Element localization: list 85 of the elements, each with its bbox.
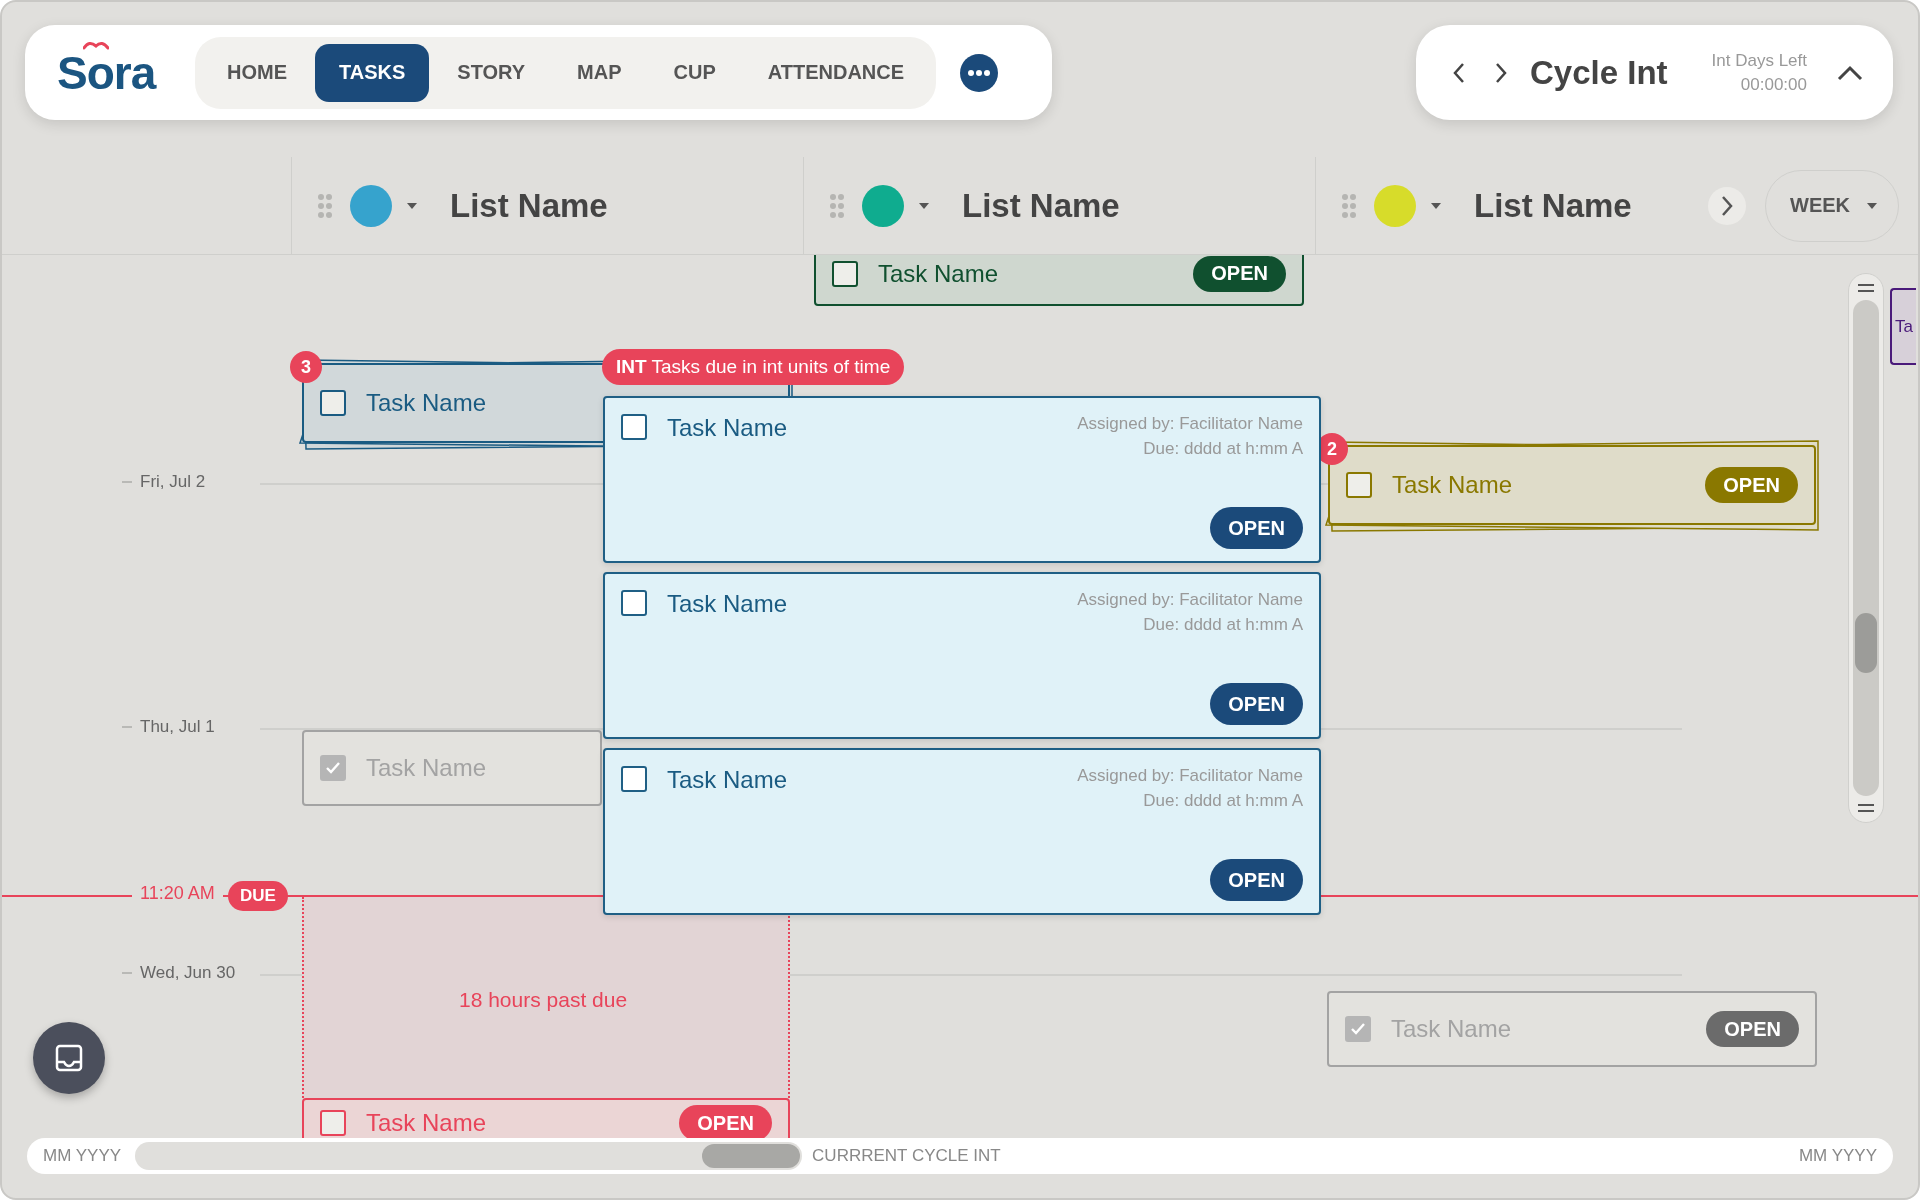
logo[interactable]: Sora	[57, 46, 156, 99]
task-name: Task Name	[366, 389, 487, 417]
nav-tab[interactable]: TASKS	[315, 43, 430, 102]
assigned-by: Assigned by: Facilitator Name	[1077, 590, 1303, 610]
list-name: List Name	[1474, 186, 1632, 225]
caret-icon	[1866, 201, 1878, 210]
tooltip: INT Tasks due in int units of time	[602, 349, 905, 385]
checkbox[interactable]	[320, 755, 346, 781]
due-date: Due: dddd at h:mm A	[1143, 791, 1303, 811]
overdue-label: 18 hours past due	[459, 988, 628, 1012]
open-button[interactable]: OPEN	[1193, 255, 1286, 292]
chevron-right-icon[interactable]	[1494, 61, 1508, 84]
task-card[interactable]: Task Name Assigned by: Facilitator Name Due: dddd at h:mm A OPEN	[603, 396, 1321, 563]
task-card[interactable]: Task Name Assigned by: Facilitator Name Due: dddd at h:mm A OPEN	[603, 572, 1321, 739]
drag-handle-icon[interactable]	[1342, 193, 1356, 218]
day-label: Fri, Jul 2	[122, 472, 206, 492]
color-dot[interactable]	[350, 184, 392, 227]
more-icon[interactable]	[960, 53, 999, 92]
inbox-icon	[54, 1043, 84, 1073]
drag-handle-icon[interactable]	[830, 193, 844, 218]
task-name: Task Name	[366, 754, 487, 782]
due-date: Due: dddd at h:mm A	[1143, 439, 1303, 459]
nav-tab[interactable]: ATTENDANCE	[743, 43, 929, 102]
color-dot[interactable]	[862, 184, 904, 227]
caret-icon[interactable]	[406, 201, 418, 210]
day-label: Wed, Jun 30	[122, 963, 236, 983]
task-name: Task Name	[1391, 1015, 1512, 1043]
nav-tab[interactable]: HOME	[203, 43, 311, 102]
due-date: Due: dddd at h:mm A	[1143, 615, 1303, 635]
day-label: Thu, Jul 1	[122, 717, 215, 737]
drag-handle-icon[interactable]	[318, 193, 332, 218]
grip-icon	[1857, 804, 1875, 812]
task-card[interactable]: Ta	[1890, 288, 1916, 365]
range-start: MM YYYY	[43, 1146, 122, 1166]
checkbox[interactable]	[320, 1110, 346, 1136]
chevron-left-icon[interactable]	[1452, 61, 1466, 84]
open-button[interactable]: OPEN	[1706, 1011, 1799, 1047]
color-dot[interactable]	[1374, 184, 1416, 227]
assigned-by: Assigned by: Facilitator Name	[1077, 766, 1303, 786]
range-end: MM YYYY	[1798, 1146, 1877, 1166]
scrollbar[interactable]	[1848, 273, 1884, 823]
open-button[interactable]: OPEN	[1210, 507, 1303, 549]
task-card[interactable]: Task Name OPEN	[1327, 991, 1817, 1067]
days-left-label: Int Days Left	[1711, 50, 1807, 71]
nav-tab[interactable]: MAP	[553, 43, 646, 102]
countdown: 00:00:00	[1740, 74, 1807, 95]
caret-icon[interactable]	[1430, 201, 1442, 210]
checkbox[interactable]	[621, 590, 647, 616]
cycle-title: Cycle Int	[1530, 53, 1668, 92]
inbox-button[interactable]	[33, 1022, 105, 1094]
grip-icon	[1857, 284, 1875, 292]
list-name: List Name	[450, 186, 608, 225]
checkbox[interactable]	[1346, 472, 1372, 498]
task-name: Task Name	[667, 414, 788, 442]
open-button[interactable]: OPEN	[1210, 859, 1303, 901]
task-name: Task Name	[1392, 471, 1513, 499]
open-button[interactable]: OPEN	[1705, 467, 1798, 503]
range-thumb[interactable]	[702, 1144, 801, 1168]
checkbox[interactable]	[621, 414, 647, 440]
checkbox[interactable]	[1345, 1016, 1371, 1042]
task-name: Ta	[1895, 316, 1913, 337]
current-cycle-label: CURRRENT CYCLE INT	[812, 1146, 1001, 1166]
list-name: List Name	[962, 186, 1120, 225]
task-card[interactable]: Task Name OPEN	[302, 1098, 790, 1140]
chevron-right-button[interactable]	[1707, 185, 1747, 226]
nav-tab[interactable]: STORY	[433, 43, 550, 102]
chevron-up-icon[interactable]	[1837, 64, 1863, 81]
count-badge: 3	[290, 351, 322, 383]
assigned-by: Assigned by: Facilitator Name	[1077, 414, 1303, 434]
task-name: Task Name	[366, 1109, 487, 1137]
nav-tab[interactable]: CUP	[649, 43, 740, 102]
task-name: Task Name	[667, 590, 788, 618]
checkbox[interactable]	[832, 260, 858, 287]
task-name: Task Name	[667, 766, 788, 794]
open-button[interactable]: OPEN	[679, 1105, 772, 1140]
checkbox[interactable]	[320, 390, 346, 416]
open-button[interactable]: OPEN	[1210, 683, 1303, 725]
task-name: Task Name	[878, 259, 999, 288]
checkbox[interactable]	[621, 766, 647, 792]
due-badge: DUE	[228, 881, 288, 911]
task-card[interactable]: Task Name Assigned by: Facilitator Name Due: dddd at h:mm A OPEN	[603, 748, 1321, 915]
bird-icon	[83, 39, 109, 50]
task-card[interactable]: Task Name OPEN	[814, 255, 1304, 306]
caret-icon[interactable]	[918, 201, 930, 210]
scroll-thumb[interactable]	[1855, 613, 1877, 673]
